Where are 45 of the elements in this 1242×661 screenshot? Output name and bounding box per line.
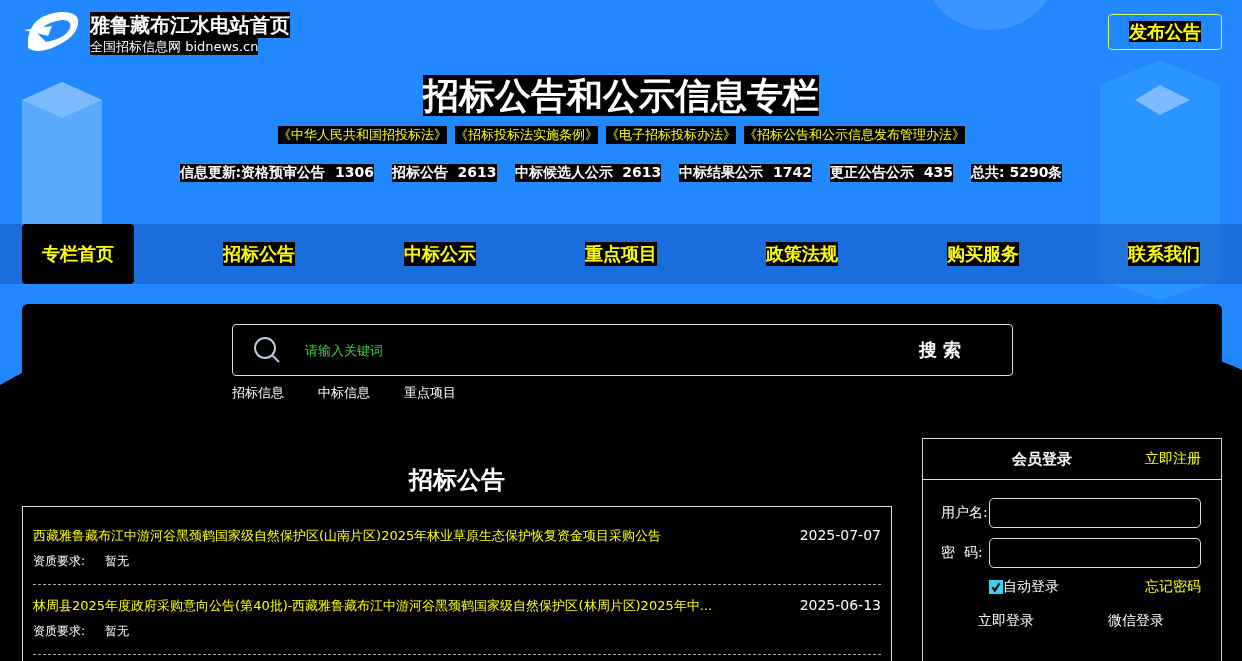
qualification-label: 资质要求: xyxy=(33,553,86,570)
nav-tab[interactable]: 专栏首页 xyxy=(22,224,134,284)
notice-date: 2025-06-13 xyxy=(799,597,881,615)
search-icon xyxy=(252,336,281,364)
stat-count: 更正公告公示 435 xyxy=(830,164,953,182)
nav-tab[interactable]: 重点项目 xyxy=(565,224,677,284)
section-title: 招标公告 xyxy=(407,465,506,496)
nav-tab[interactable]: 招标公告 xyxy=(203,224,315,284)
nav-tab[interactable]: 中标公示 xyxy=(384,224,496,284)
publish-button[interactable]: 发布公告 xyxy=(1108,14,1222,50)
register-link[interactable]: 立即注册 xyxy=(1145,450,1201,468)
law-link[interactable]: 《中华人民共和国招投标法》 xyxy=(277,126,447,144)
login-button[interactable]: 立即登录 xyxy=(978,612,1034,630)
forgot-password-link[interactable]: 忘记密码 xyxy=(1145,578,1201,596)
notice-link[interactable]: 西藏雅鲁藏布江中游河谷黑颈鹤国家级自然保护区(山南片区)2025年林业草原生态保护恢复资金项目采购公告 xyxy=(33,527,662,545)
law-link[interactable]: 《招标公告和公示信息发布管理办法》 xyxy=(743,126,965,144)
qualification-value: 暂无 xyxy=(105,553,130,570)
site-title[interactable]: 雅鲁藏布江水电站首页 xyxy=(90,11,290,38)
stats-label: 信息更新: xyxy=(179,164,242,182)
law-link[interactable]: 《电子招标投标办法》 xyxy=(605,126,736,144)
username-label: 用户名: xyxy=(941,504,989,522)
login-title: 会员登录 xyxy=(1012,449,1072,469)
stat-count: 中标候选人公示 2613 xyxy=(514,164,662,182)
quick-link[interactable]: 招标信息 xyxy=(231,384,284,402)
stat-count: 中标结果公示 1742 xyxy=(679,164,813,182)
quick-link[interactable]: 重点项目 xyxy=(403,384,456,402)
quick-link[interactable]: 中标信息 xyxy=(317,384,370,402)
password-label: 密 码: xyxy=(941,544,984,562)
password-field[interactable] xyxy=(989,538,1201,568)
search-field[interactable]: 请输入关键词 搜 索 xyxy=(231,324,1013,376)
qualification-label: 资质要求: xyxy=(33,623,86,640)
page-title: 招标公告和公示信息专栏 xyxy=(423,75,819,116)
notice-link[interactable]: 林周县2025年度政府采购意向公告(第40批)-西藏雅鲁藏布江中游河谷黑颈鹤国家级自然保护区(林周片区)2025年中... xyxy=(33,597,713,615)
username-field[interactable] xyxy=(989,498,1201,528)
auto-login-checkbox[interactable] xyxy=(989,580,1003,594)
stat-total: 总共: 5290条 xyxy=(971,164,1063,182)
nav-tab[interactable]: 政策法规 xyxy=(746,224,858,284)
auto-login-label: 自动登录 xyxy=(1003,578,1059,596)
notice-date: 2025-07-07 xyxy=(799,527,881,545)
stat-count: 资格预审公告 1306 xyxy=(241,164,374,182)
wechat-login-button[interactable]: 微信登录 xyxy=(1108,612,1164,630)
nav-tab[interactable]: 购买服务 xyxy=(927,224,1039,284)
search-button[interactable]: 搜 索 xyxy=(919,338,992,362)
law-link[interactable]: 《招标投标法实施条例》 xyxy=(454,126,598,144)
qualification-value: 暂无 xyxy=(105,623,130,640)
